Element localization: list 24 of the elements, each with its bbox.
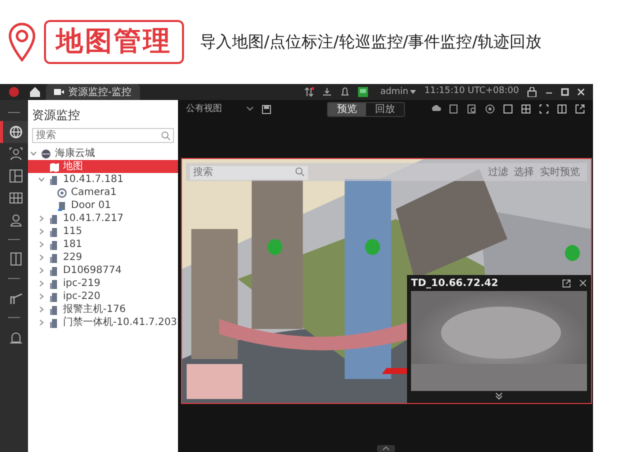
tree-item[interactable]: 报警主机-176 <box>28 303 178 316</box>
tree-item[interactable]: ipc-219 <box>28 277 178 290</box>
tree-item[interactable]: 10.41.7.181 <box>28 173 178 186</box>
page-title: 地图管理 <box>44 20 184 64</box>
view-dropdown[interactable]: 公有视图 <box>186 101 254 117</box>
tree-item[interactable]: 海康云城 <box>28 147 178 160</box>
user-menu[interactable]: admin <box>380 84 408 100</box>
tree-item[interactable]: 115 <box>28 225 178 238</box>
panel-title: 资源监控 <box>31 107 81 124</box>
tree-item[interactable]: ipc-220 <box>28 290 178 303</box>
tree-item[interactable]: D10698774 <box>28 264 178 277</box>
tree-item[interactable]: 181 <box>28 238 178 251</box>
search-field[interactable]: 搜索 <box>32 128 174 143</box>
tree-item[interactable]: 10.41.7.217 <box>28 212 178 225</box>
mode-tab[interactable]: 回放 <box>366 102 404 116</box>
page-subtitle: 导入地图/点位标注/轮巡监控/事件监控/轨迹回放 <box>200 31 542 53</box>
tree-item[interactable]: Camera1 <box>28 186 178 199</box>
tree-item[interactable]: Door 01 <box>28 199 178 212</box>
mode-tab[interactable]: 预览 <box>328 102 366 116</box>
clock-text: 11:15:10 UTC+08:00 <box>424 85 519 98</box>
tree-item[interactable]: 229 <box>28 251 178 264</box>
tree-item[interactable]: 地图 <box>28 160 178 173</box>
tree-item[interactable]: 门禁一体机-10.41.7.203 <box>28 316 178 329</box>
tab[interactable]: 资源监控-监控 <box>46 84 140 100</box>
